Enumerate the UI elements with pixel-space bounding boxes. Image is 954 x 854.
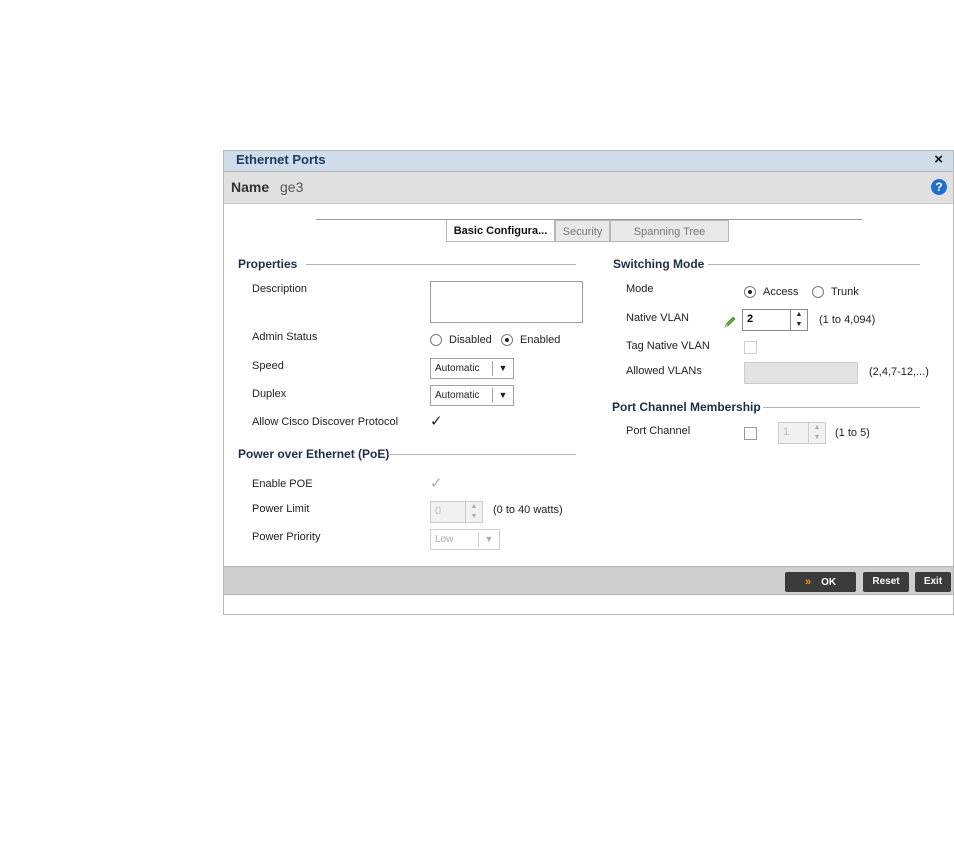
native-vlan-value[interactable]: 2 [747, 313, 753, 325]
port-channel-stepper[interactable]: 1 ▲ ▼ [778, 422, 826, 444]
chevron-down-icon: ▼ [492, 361, 513, 376]
name-bar: Name ge3 ? [224, 171, 953, 204]
help-icon[interactable]: ? [931, 179, 947, 195]
native-vlan-hint: (1 to 4,094) [819, 314, 876, 326]
properties-divider [306, 264, 576, 265]
spin-down-icon[interactable]: ▼ [791, 320, 807, 330]
allowed-vlans-hint: (2,4,7-12,...) [869, 366, 929, 378]
spin-up-icon[interactable]: ▲ [809, 423, 825, 433]
port-channel-value: 1 [783, 426, 790, 438]
port-channel-label: Port Channel [626, 425, 691, 437]
dialog-footer: » OK Reset Exit [224, 566, 953, 595]
port-channel-divider [763, 407, 920, 408]
chevron-down-icon: ▼ [492, 388, 513, 403]
speed-select[interactable]: Automatic ▼ [430, 358, 514, 379]
power-priority-value: Low [435, 534, 454, 545]
admin-status-disabled-radio[interactable] [430, 334, 442, 346]
pencil-icon[interactable] [723, 315, 737, 329]
mode-trunk-radio[interactable] [812, 286, 824, 298]
exit-button[interactable]: Exit [915, 572, 951, 592]
spin-up-icon[interactable]: ▲ [791, 310, 807, 320]
ok-button[interactable]: » OK [785, 572, 856, 592]
close-icon[interactable]: × [934, 151, 943, 168]
power-limit-label: Power Limit [252, 503, 310, 515]
poe-section-title: Power over Ethernet (PoE) [238, 447, 390, 461]
reset-button[interactable]: Reset [863, 572, 909, 592]
description-input[interactable] [430, 281, 583, 323]
poe-divider [388, 454, 576, 455]
name-value: ge3 [280, 179, 304, 195]
port-channel-checkbox[interactable] [744, 427, 757, 440]
admin-status-enabled-label: Enabled [520, 334, 561, 346]
speed-label: Speed [252, 360, 284, 372]
port-channel-arrows: ▲ ▼ [808, 423, 825, 443]
admin-status-disabled-label: Disabled [449, 334, 492, 346]
native-vlan-arrows: ▲ ▼ [790, 310, 807, 330]
power-limit-arrows: ▲ ▼ [465, 502, 482, 522]
cdp-label: Allow Cisco Discover Protocol [252, 416, 399, 428]
description-label: Description [252, 283, 308, 295]
ok-button-label: OK [821, 577, 837, 588]
tab-security[interactable]: Security [555, 220, 610, 242]
double-chevron-right-icon: » [804, 576, 812, 588]
duplex-select[interactable]: Automatic ▼ [430, 385, 514, 406]
duplex-value: Automatic [435, 390, 480, 401]
chevron-down-icon: ▼ [478, 532, 499, 547]
power-priority-label: Power Priority [252, 531, 321, 543]
dialog-titlebar: Ethernet Ports × [224, 151, 953, 171]
admin-status-label: Admin Status [252, 331, 318, 343]
enable-poe-checkbox[interactable]: ✓ [430, 476, 443, 491]
spin-up-icon[interactable]: ▲ [466, 502, 482, 512]
native-vlan-label: Native VLAN [626, 312, 689, 324]
allowed-vlans-label: Allowed VLANs [626, 365, 702, 377]
tag-native-vlan-label: Tag Native VLAN [626, 340, 710, 352]
mode-access-radio[interactable] [744, 286, 756, 298]
power-limit-hint: (0 to 40 watts) [493, 504, 563, 516]
allowed-vlans-input[interactable] [744, 362, 858, 384]
power-limit-stepper[interactable]: 0 ▲ ▼ [430, 501, 483, 523]
tab-basic-configuration[interactable]: Basic Configura... [446, 220, 555, 242]
port-channel-section-title: Port Channel Membership [612, 400, 761, 414]
speed-value: Automatic [435, 363, 480, 374]
name-label: Name [231, 179, 270, 195]
ethernet-ports-dialog: Ethernet Ports × Name ge3 ? Basic Config… [223, 150, 954, 615]
switching-mode-section-title: Switching Mode [613, 257, 705, 271]
spin-down-icon[interactable]: ▼ [809, 433, 825, 443]
cdp-checkbox[interactable]: ✓ [430, 414, 443, 429]
power-priority-select[interactable]: Low ▼ [430, 529, 500, 550]
native-vlan-stepper[interactable]: 2 ▲ ▼ [742, 309, 808, 331]
tag-native-vlan-checkbox[interactable] [744, 341, 757, 354]
mode-access-label: Access [763, 286, 799, 298]
duplex-label: Duplex [252, 388, 287, 400]
dialog-title: Ethernet Ports [236, 152, 326, 167]
enable-poe-label: Enable POE [252, 478, 313, 490]
admin-status-enabled-radio[interactable] [501, 334, 513, 346]
tab-spanning-tree[interactable]: Spanning Tree [610, 220, 729, 242]
properties-section-title: Properties [238, 257, 298, 271]
mode-trunk-label: Trunk [831, 286, 859, 298]
port-channel-hint: (1 to 5) [835, 427, 870, 439]
power-limit-value: 0 [435, 505, 442, 517]
switching-mode-divider [708, 264, 920, 265]
spin-down-icon[interactable]: ▼ [466, 512, 482, 522]
mode-label: Mode [626, 283, 654, 295]
